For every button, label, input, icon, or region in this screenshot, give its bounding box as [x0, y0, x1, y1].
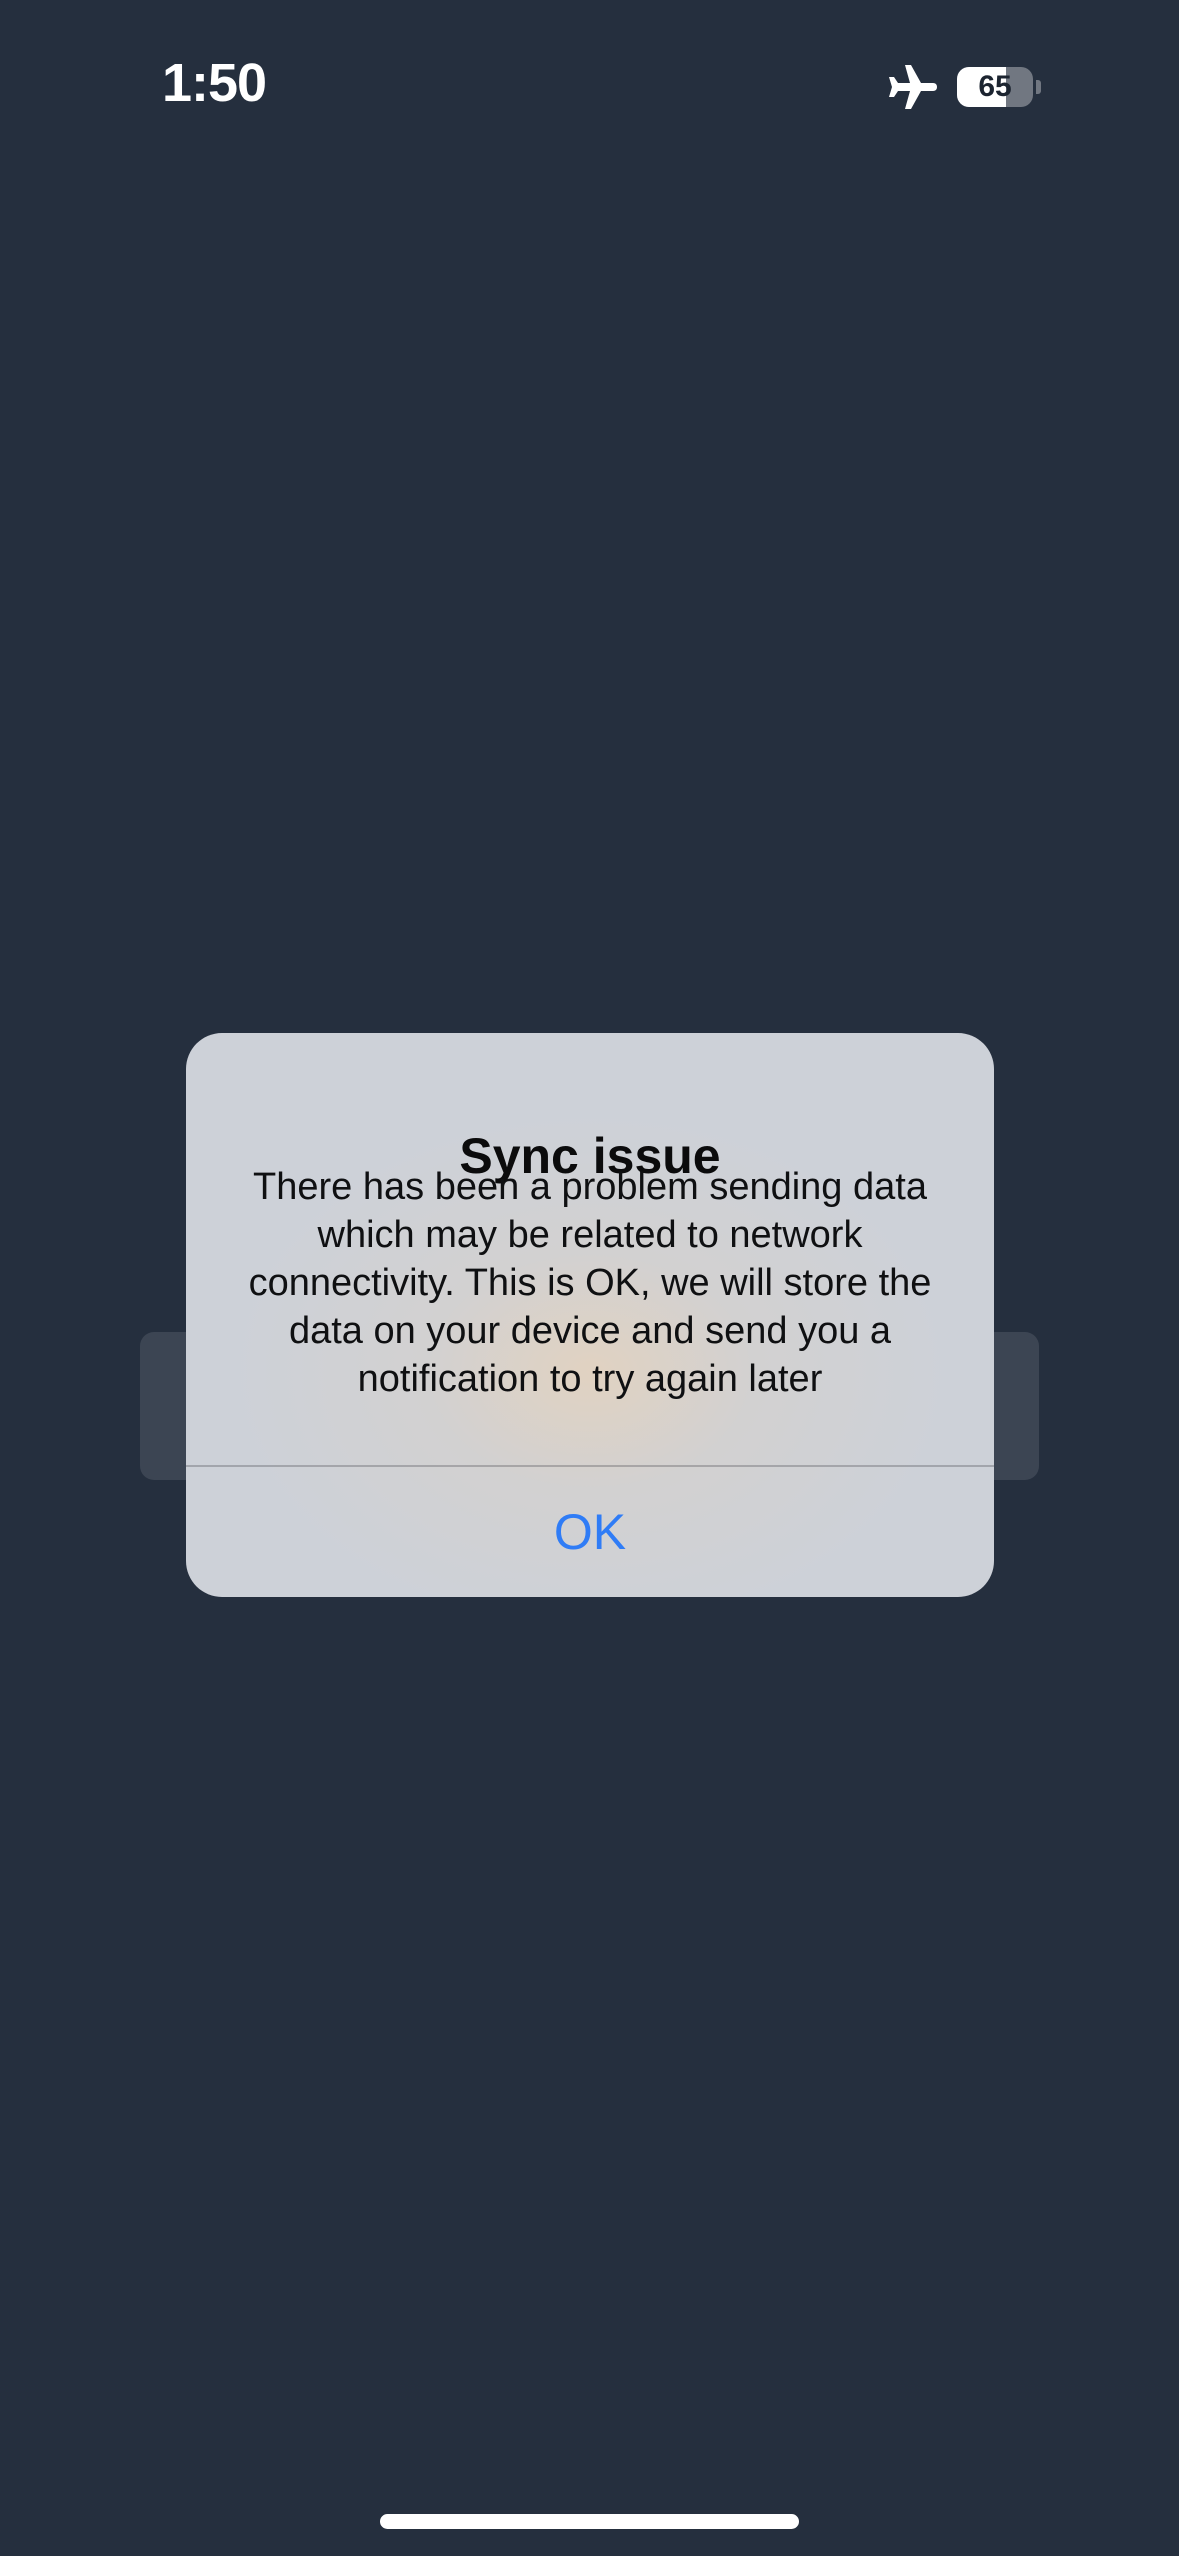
screen: 1:50 65 Sync issue There has been a prob…: [0, 0, 1179, 2556]
home-indicator[interactable]: [380, 2514, 799, 2529]
alert-message: There has been a problem sending data wh…: [226, 1163, 954, 1403]
ok-button[interactable]: OK: [186, 1467, 994, 1597]
battery-indicator: 65: [957, 67, 1041, 107]
battery-body: 65: [957, 67, 1033, 107]
airplane-icon: [889, 65, 937, 109]
alert-dialog: Sync issue There has been a problem send…: [186, 1033, 994, 1597]
battery-cap: [1036, 80, 1041, 94]
alert-message-text: There has been a problem sending data wh…: [248, 1166, 932, 1400]
battery-level: 65: [978, 70, 1012, 103]
status-time: 1:50: [162, 53, 267, 113]
